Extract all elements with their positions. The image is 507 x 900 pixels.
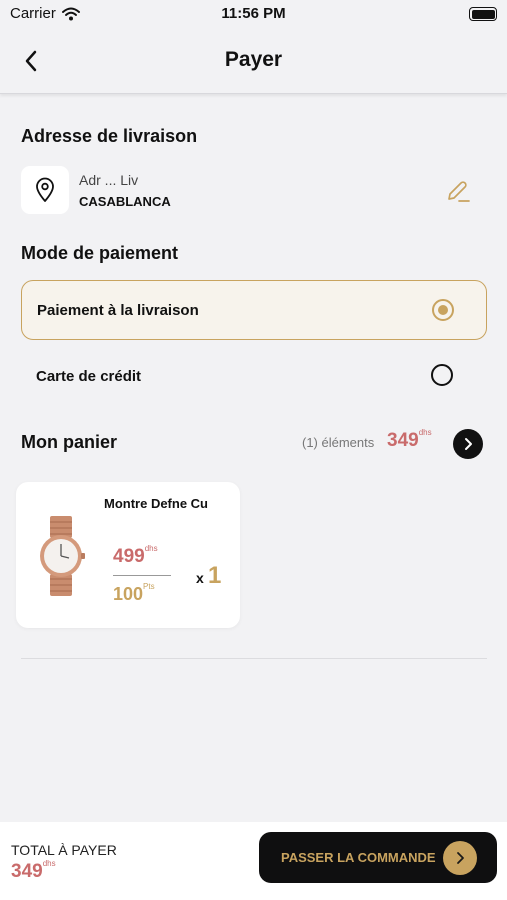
status-time: 11:56 PM <box>221 5 286 22</box>
cart-section-title: Mon panier <box>21 432 118 452</box>
product-price: 499dhs <box>113 544 158 568</box>
cart-total-value: 349 <box>387 430 419 451</box>
page-title: Payer <box>224 48 283 71</box>
product-name: Montre Defne Cu <box>104 496 208 511</box>
place-order-label: PASSER LA COMMANDE <box>281 850 436 865</box>
place-order-button[interactable]: PASSER LA COMMANDE <box>259 832 497 883</box>
quantity-multiplier: x <box>196 570 204 586</box>
cart-item-count: (1) éléments <box>302 435 375 450</box>
payment-option-label: Paiement à la livraison <box>37 301 199 319</box>
payment-option-cash[interactable]: Paiement à la livraison <box>21 280 487 340</box>
chevron-right-icon <box>465 438 472 450</box>
total-amount: 349 <box>11 861 43 882</box>
divider <box>21 658 487 659</box>
cart-details-button[interactable] <box>453 429 483 459</box>
edit-pencil-icon[interactable] <box>444 177 472 205</box>
watch-image <box>40 516 85 596</box>
product-points-unit: Pts <box>143 582 155 591</box>
price-divider <box>113 575 171 576</box>
address-section-title: Adresse de livraison <box>21 126 198 146</box>
cart-total-currency: dhs <box>418 428 432 437</box>
location-pin-icon <box>36 177 54 202</box>
checkout-bar: TOTAL À PAYER 349dhs PASSER LA COMMANDE <box>0 822 507 900</box>
radio-selected-icon[interactable] <box>432 299 454 321</box>
product-price-currency: dhs <box>144 544 158 553</box>
total-value: 349dhs <box>11 859 56 883</box>
product-price-value: 499 <box>113 546 145 567</box>
total-currency: dhs <box>42 859 56 868</box>
nav-bar: Payer <box>0 30 507 94</box>
address-city: CASABLANCA <box>79 194 171 209</box>
total-label: TOTAL À PAYER <box>11 842 117 858</box>
product-points: 100Pts <box>113 582 155 605</box>
order-arrow <box>443 841 477 875</box>
address-line: Adr ... Liv <box>79 172 139 188</box>
radio-unselected-icon[interactable] <box>431 364 453 386</box>
payment-section-title: Mode de paiement <box>21 243 179 263</box>
status-bar: Carrier 11:56 PM <box>0 0 507 30</box>
cart-item-card[interactable]: Montre Defne Cu 499dhs 100Pts x 1 <box>16 482 240 628</box>
battery-icon <box>469 7 497 21</box>
payment-option-card[interactable]: Carte de crédit <box>21 346 487 406</box>
payment-option-label: Carte de crédit <box>36 367 142 385</box>
chevron-right-icon <box>457 852 464 864</box>
product-points-value: 100 <box>113 584 144 604</box>
cart-total: 349dhs <box>387 428 432 452</box>
product-quantity: 1 <box>208 562 222 589</box>
address-icon-box <box>21 166 69 214</box>
